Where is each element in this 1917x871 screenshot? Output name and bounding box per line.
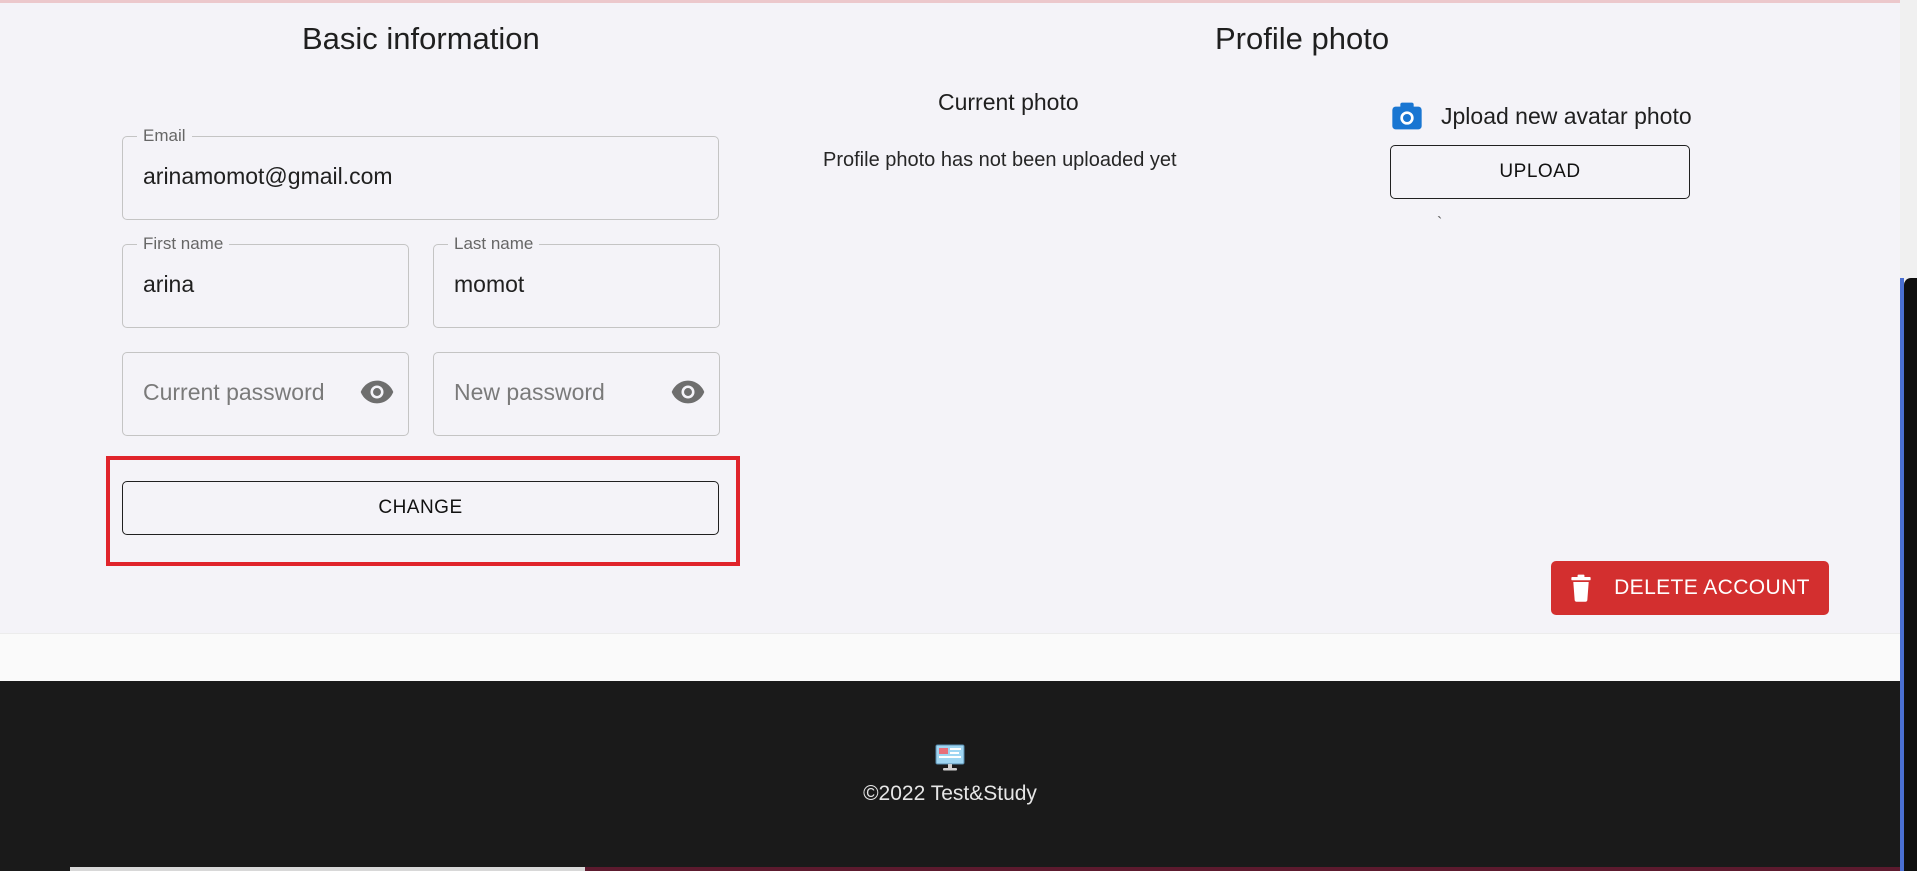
upload-button[interactable]: UPLOAD	[1390, 145, 1690, 199]
last-name-value: momot	[454, 271, 525, 297]
delete-account-button[interactable]: DELETE ACCOUNT	[1551, 561, 1829, 615]
email-value: arinamomot@gmail.com	[143, 163, 393, 189]
first-name-value: arina	[143, 271, 195, 297]
current-password-field[interactable]: Current password	[122, 352, 409, 436]
email-field[interactable]: Email arinamomot@gmail.com	[122, 126, 719, 220]
new-password-field[interactable]: New password	[433, 352, 720, 436]
stray-mark: `	[1437, 215, 1443, 232]
first-name-label: First name	[137, 234, 230, 254]
monitor-logo-icon	[935, 744, 965, 771]
visibility-icon[interactable]	[671, 379, 705, 405]
last-name-field[interactable]: Last name momot	[433, 234, 720, 328]
upload-avatar-row: Jpload new avatar photo	[1391, 101, 1692, 131]
taskbar-edge-right	[585, 867, 1900, 871]
new-password-placeholder: New password	[454, 379, 605, 405]
upload-avatar-label: Jpload new avatar photo	[1441, 102, 1692, 129]
change-button[interactable]: CHANGE	[122, 481, 719, 535]
taskbar-edge-left	[70, 867, 585, 871]
page-bottom-strip	[0, 633, 1900, 682]
email-label: Email	[137, 126, 192, 146]
current-password-placeholder: Current password	[143, 379, 325, 405]
first-name-field[interactable]: First name arina	[122, 234, 409, 328]
footer-copyright: ©2022 Test&Study	[863, 782, 1037, 805]
current-photo-title: Current photo	[938, 89, 1079, 115]
settings-panel: Basic information Email arinamomot@gmail…	[0, 3, 1900, 633]
last-name-label: Last name	[448, 234, 540, 254]
profile-photo-title: Profile photo	[1215, 21, 1390, 56]
footer: ©2022 Test&Study	[0, 681, 1900, 871]
scrollbar-thumb[interactable]	[1904, 278, 1917, 871]
camera-icon	[1392, 102, 1422, 130]
trash-icon	[1571, 574, 1591, 602]
basic-info-title: Basic information	[302, 21, 540, 56]
visibility-icon[interactable]	[360, 379, 394, 405]
no-photo-message: Profile photo has not been uploaded yet	[823, 149, 1177, 171]
delete-account-label: DELETE ACCOUNT	[1614, 576, 1810, 599]
